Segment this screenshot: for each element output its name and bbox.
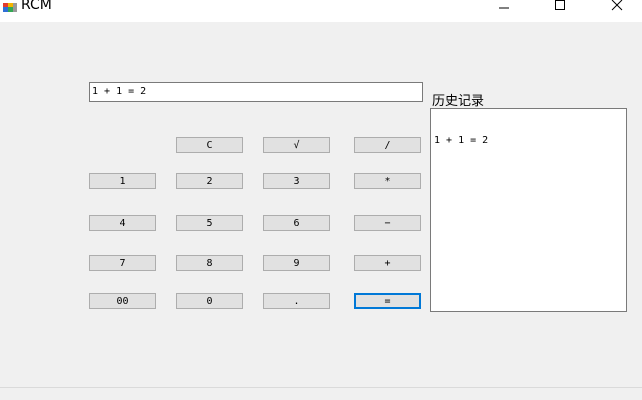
sqrt-button[interactable]: √ (263, 137, 330, 153)
digit-9-button[interactable]: 9 (263, 255, 330, 271)
maximize-icon (555, 0, 565, 10)
digit-3-button[interactable]: 3 (263, 173, 330, 189)
calculator-display[interactable]: 1 + 1 = 2 (89, 82, 423, 102)
app-icon (3, 0, 17, 12)
minus-button[interactable]: − (354, 215, 421, 231)
close-icon (611, 0, 623, 11)
minimize-button[interactable] (484, 0, 524, 16)
title-bar[interactable]: RCM (0, 0, 642, 22)
digit-0-button[interactable]: 0 (176, 293, 243, 309)
maximize-button[interactable] (540, 0, 580, 16)
digit-2-button[interactable]: 2 (176, 173, 243, 189)
digit-6-button[interactable]: 6 (263, 215, 330, 231)
history-list[interactable]: 1 + 1 = 2 (430, 108, 627, 312)
digit-1-button[interactable]: 1 (89, 173, 156, 189)
decimal-point-button[interactable]: . (263, 293, 330, 309)
plus-button[interactable]: + (354, 255, 421, 271)
digit-8-button[interactable]: 8 (176, 255, 243, 271)
multiply-button[interactable]: * (354, 173, 421, 189)
history-label: 历史记录 (432, 94, 485, 109)
window-title: RCM (21, 0, 52, 13)
double-zero-button[interactable]: 00 (89, 293, 156, 309)
digit-5-button[interactable]: 5 (176, 215, 243, 231)
close-button[interactable] (597, 0, 637, 16)
digit-4-button[interactable]: 4 (89, 215, 156, 231)
minimize-icon (499, 7, 509, 9)
divide-button[interactable]: / (354, 137, 421, 153)
window-bottom-divider (0, 387, 642, 388)
digit-7-button[interactable]: 7 (89, 255, 156, 271)
clear-button[interactable]: C (176, 137, 243, 153)
equals-button[interactable]: = (354, 293, 421, 309)
history-entry[interactable]: 1 + 1 = 2 (434, 135, 623, 147)
